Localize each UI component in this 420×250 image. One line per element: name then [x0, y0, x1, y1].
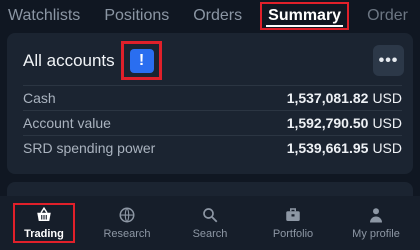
- nav-label: Search: [192, 228, 228, 240]
- nav-research[interactable]: Research: [87, 196, 167, 250]
- tab-orders[interactable]: Orders: [181, 0, 254, 32]
- next-card-partial: [7, 182, 413, 196]
- ellipsis-icon: •••: [378, 51, 399, 69]
- person-icon: [370, 208, 382, 223]
- row-value: 1,592,790.50 USD: [286, 115, 402, 131]
- tab-summary[interactable]: Summary: [260, 2, 350, 30]
- account-summary-card: All accounts ! ••• Cash 1,537,081.82 USD …: [7, 33, 413, 174]
- nav-my-profile[interactable]: My profile: [336, 196, 416, 250]
- row-value: 1,537,081.82 USD: [286, 90, 402, 106]
- nav-label: Portfolio: [272, 228, 314, 240]
- bottom-nav-bar: Trading Research Search Portfolio My pro…: [0, 196, 420, 250]
- row-label: SRD spending power: [23, 140, 156, 156]
- nav-label: Trading: [24, 228, 64, 240]
- nav-label: Research: [103, 228, 151, 240]
- card-title: All accounts: [23, 51, 115, 70]
- nav-label: My profile: [352, 228, 400, 240]
- tab-order-partial[interactable]: Order: [355, 0, 420, 32]
- balance-row-account-value: Account value 1,592,790.50 USD: [23, 110, 402, 135]
- search-icon: [203, 208, 218, 223]
- tab-watchlists[interactable]: Watchlists: [0, 0, 92, 32]
- balance-list: Cash 1,537,081.82 USD Account value 1,592…: [23, 85, 402, 160]
- nav-portfolio[interactable]: Portfolio: [253, 196, 333, 250]
- top-tab-bar: Watchlists Positions Orders Summary Orde…: [0, 0, 420, 32]
- alert-icon[interactable]: !: [129, 48, 154, 73]
- row-value: 1,539,661.95 USD: [286, 140, 402, 156]
- nav-trading[interactable]: Trading: [4, 196, 84, 250]
- nav-trading-highlight: Trading: [13, 203, 75, 243]
- basket-icon: [37, 206, 51, 221]
- balance-row-cash: Cash 1,537,081.82 USD: [23, 85, 402, 110]
- globe-icon: [119, 207, 135, 223]
- nav-search[interactable]: Search: [170, 196, 250, 250]
- alert-highlight: !: [121, 41, 162, 80]
- briefcase-icon: [286, 208, 300, 221]
- balance-row-srd-spending-power: SRD spending power 1,539,661.95 USD: [23, 135, 402, 160]
- more-options-button[interactable]: •••: [373, 45, 404, 76]
- app-screen: Watchlists Positions Orders Summary Orde…: [0, 0, 420, 250]
- row-label: Account value: [23, 115, 111, 131]
- row-label: Cash: [23, 90, 56, 106]
- tab-positions[interactable]: Positions: [92, 0, 181, 32]
